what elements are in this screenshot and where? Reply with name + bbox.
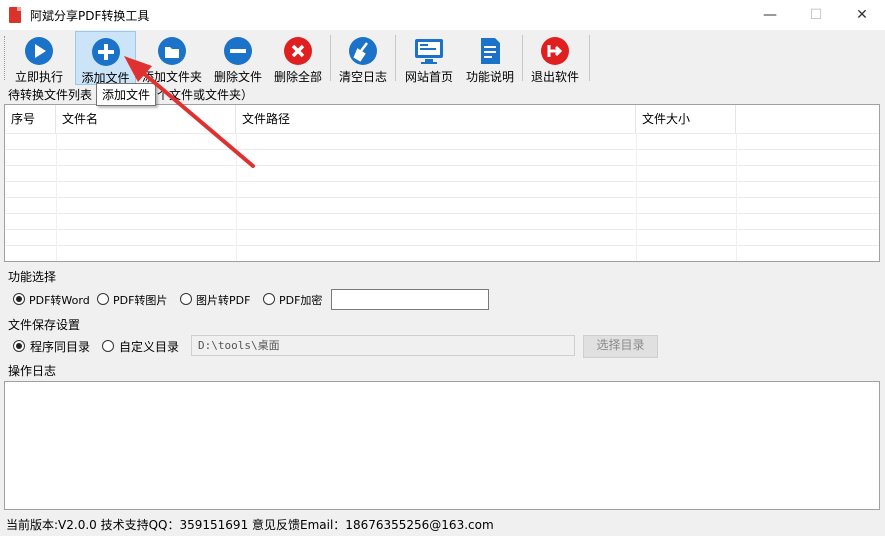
help-label: 功能说明 bbox=[465, 70, 514, 84]
status-text: 当前版本:V2.0.0 技术支持QQ：359151691 意见反馈Email：1… bbox=[6, 518, 494, 532]
radio-pdf-to-word-label[interactable]: PDF转Word bbox=[29, 292, 90, 308]
function-section-label: 功能选择 bbox=[8, 270, 57, 284]
exit-label: 退出软件 bbox=[530, 70, 579, 84]
file-list-label: 待转换文件列表 bbox=[8, 88, 93, 102]
grid-line bbox=[5, 213, 879, 214]
save-section-label: 文件保存设置 bbox=[8, 318, 81, 332]
document-icon bbox=[481, 38, 500, 64]
play-icon bbox=[25, 37, 53, 65]
grid-line bbox=[5, 181, 879, 182]
radio-image-to-pdf-label[interactable]: 图片转PDF bbox=[196, 292, 250, 308]
broom-icon bbox=[349, 37, 377, 65]
close-button[interactable]: ✕ bbox=[839, 0, 885, 30]
app-pdf-icon bbox=[9, 7, 21, 23]
website-label: 网站首页 bbox=[404, 70, 453, 84]
radio-same-dir[interactable] bbox=[13, 340, 25, 352]
toolbar-separator bbox=[330, 35, 331, 81]
x-icon bbox=[284, 37, 312, 65]
grid-vline bbox=[736, 133, 737, 261]
radio-pdf-encrypt[interactable] bbox=[263, 293, 275, 305]
grid-vline bbox=[56, 133, 57, 261]
radio-image-to-pdf[interactable] bbox=[180, 293, 192, 305]
annotation-arrow-icon bbox=[124, 56, 255, 168]
exit-icon bbox=[541, 37, 569, 65]
monitor-icon bbox=[415, 39, 443, 64]
radio-custom-dir[interactable] bbox=[102, 340, 114, 352]
radio-pdf-to-image-label[interactable]: PDF转图片 bbox=[113, 292, 167, 308]
column-header-index[interactable]: 序号 bbox=[5, 105, 56, 133]
radio-pdf-to-image[interactable] bbox=[97, 293, 109, 305]
toolbar-separator bbox=[522, 35, 523, 81]
log-section-label: 操作日志 bbox=[8, 364, 57, 378]
column-header-path[interactable]: 文件路径 bbox=[236, 105, 636, 133]
window-title: 阿斌分享PDF转换工具 bbox=[30, 9, 150, 23]
radio-custom-dir-label[interactable]: 自定义目录 bbox=[119, 338, 179, 355]
column-header-size[interactable]: 文件大小 bbox=[636, 105, 736, 133]
run-label: 立即执行 bbox=[14, 70, 63, 84]
run-button[interactable]: 立即执行 bbox=[8, 31, 70, 85]
delete-all-label: 删除全部 bbox=[273, 70, 322, 84]
choose-dir-button[interactable]: 选择目录 bbox=[583, 335, 658, 358]
exit-button[interactable]: 退出软件 bbox=[527, 31, 583, 85]
clear-log-button[interactable]: 清空日志 bbox=[335, 31, 391, 85]
delete-all-button[interactable]: 删除全部 bbox=[270, 31, 326, 85]
password-input[interactable] bbox=[331, 289, 489, 310]
grid-vline bbox=[636, 133, 637, 261]
toolbar-separator bbox=[589, 35, 590, 81]
maximize-button[interactable]: ☐ bbox=[793, 0, 839, 30]
grid-line bbox=[5, 229, 879, 230]
help-button[interactable]: 功能说明 bbox=[462, 31, 518, 85]
minimize-button[interactable]: — bbox=[747, 0, 793, 30]
grid-line bbox=[5, 197, 879, 198]
toolbar-gripper[interactable] bbox=[4, 36, 7, 80]
log-textarea[interactable] bbox=[4, 381, 880, 510]
toolbar-separator bbox=[395, 35, 396, 81]
radio-same-dir-label[interactable]: 程序同目录 bbox=[30, 338, 90, 355]
clear-log-label: 清空日志 bbox=[338, 70, 387, 84]
grid-line bbox=[5, 245, 879, 246]
website-button[interactable]: 网站首页 bbox=[400, 31, 458, 85]
save-path-input[interactable]: D:\tools\桌面 bbox=[191, 335, 575, 356]
radio-pdf-encrypt-label[interactable]: PDF加密 bbox=[279, 292, 322, 308]
radio-pdf-to-word[interactable] bbox=[13, 293, 25, 305]
